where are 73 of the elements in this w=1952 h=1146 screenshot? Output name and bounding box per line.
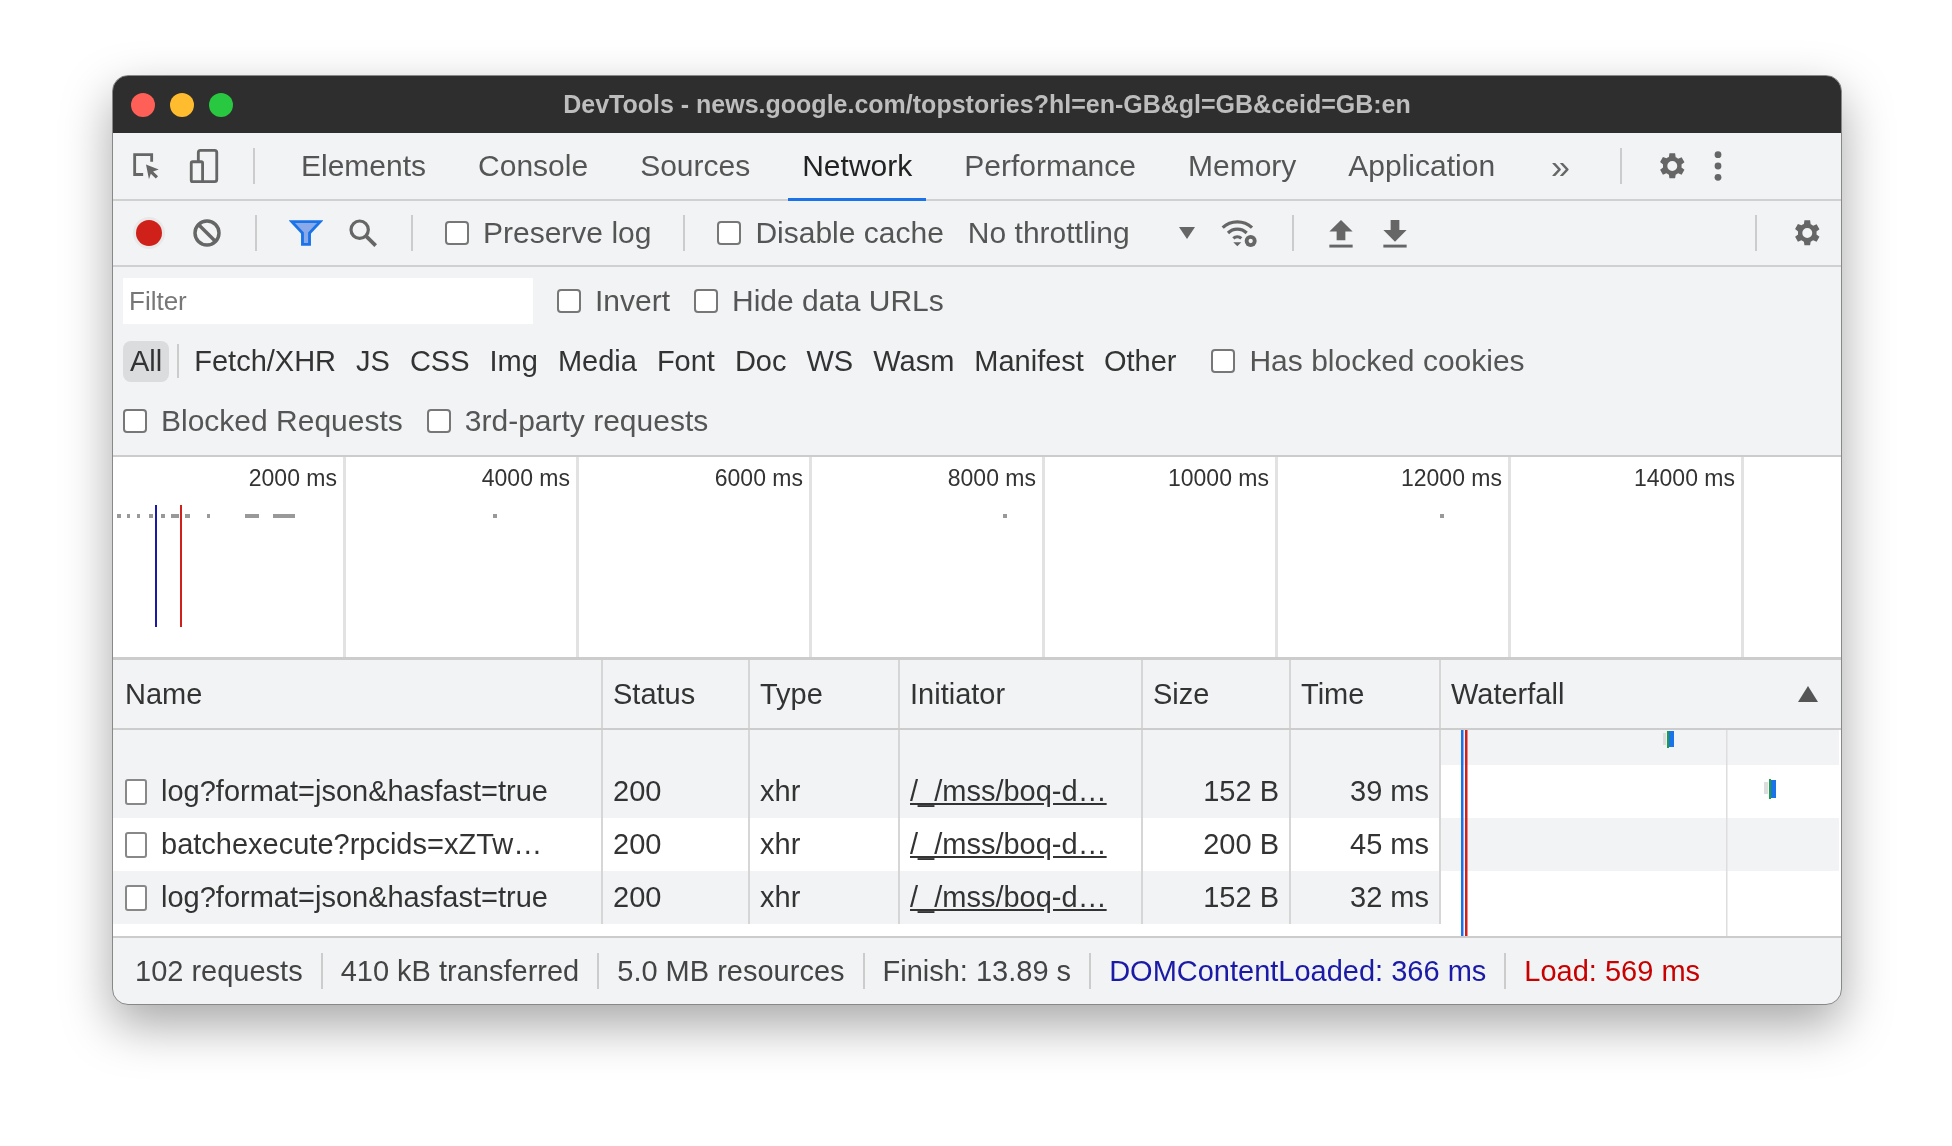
filter-field[interactable]: Filter [123,278,533,324]
panel-tab[interactable]: Performance [950,134,1150,201]
blocked-requests-checkbox[interactable]: Blocked Requests [123,404,403,438]
status-text: 5.0 MB resources [617,954,845,988]
panel-tab[interactable]: Sources [626,134,765,201]
request-name[interactable]: log?format=json&hasfast=true [161,881,548,914]
panel-tab[interactable]: Console [464,134,603,201]
type-filter-button[interactable]: Other [1096,340,1184,382]
column-header[interactable]: Name [113,660,603,728]
search-icon[interactable] [347,217,379,249]
panel-tab[interactable]: Elements [287,134,441,201]
zoom-button[interactable] [209,92,233,117]
request-name[interactable]: batchexecute?rpcids=xZTw… [161,828,543,861]
document-icon [125,778,147,805]
record-button[interactable] [131,215,167,251]
clear-icon[interactable] [191,217,223,249]
status-text: 102 requests [135,954,303,988]
document-icon [125,884,147,911]
type-cell: xhr [750,871,900,924]
initiator-link[interactable]: /_/mss/boq-d… [910,775,1107,808]
disable-cache-checkbox[interactable]: Disable cache [717,216,944,250]
panel-tab[interactable]: Application [1334,134,1510,201]
type-filter-button[interactable]: Media [550,340,644,382]
window-title: DevTools - news.google.com/topstories?hl=en-GB&gl=GB&ceid=GB:en [562,90,1412,119]
more-tabs-button[interactable]: » [1533,146,1588,186]
type-filter-button[interactable]: Wasm [866,340,962,382]
third-party-checkbox[interactable]: 3rd-party requests [426,404,709,438]
status-text: 410 kB transferred [340,954,580,988]
more-menu-icon[interactable] [1712,149,1724,183]
tick-label: 2000 ms [248,465,337,491]
type-filter-button[interactable]: All [123,340,170,382]
sort-ascending-icon[interactable] [1797,685,1819,703]
status-text: Finish: 13.89 s [882,954,1072,988]
tick-label: 12000 ms [1401,465,1502,491]
panel-tab[interactable]: Network [788,134,927,201]
type-filter-button[interactable]: Fetch/XHR [187,340,344,382]
type-filter-button[interactable]: Font [649,340,722,382]
size-cell: 152 B [1143,871,1291,924]
tick-label: 8000 ms [947,465,1036,491]
column-header[interactable]: Type [750,660,900,728]
panel-tab[interactable]: Memory [1174,134,1311,201]
column-header[interactable]: Initiator [900,660,1143,728]
device-icon[interactable] [187,147,221,185]
type-filter-button[interactable]: Manifest [967,340,1091,382]
column-header[interactable]: Size [1143,660,1291,728]
tick-label: 14000 ms [1634,465,1735,491]
status-text: Load: 569 ms [1524,954,1701,988]
initiator-link[interactable]: /_/mss/boq-d… [910,828,1107,861]
column-header[interactable]: Status [603,660,750,728]
type-filter-button[interactable]: Img [482,340,545,382]
blocked-cookies-checkbox[interactable]: Has blocked cookies [1211,344,1525,378]
type-filter-button[interactable]: JS [349,340,397,382]
hide-data-urls-checkbox[interactable]: Hide data URLs [694,284,944,318]
tick-label: 6000 ms [714,465,803,491]
invert-checkbox[interactable]: Invert [557,284,671,318]
preserve-log-checkbox[interactable]: Preserve log [445,216,652,250]
type-filter-button[interactable]: WS [799,340,861,382]
filter-icon[interactable] [289,218,323,248]
initiator-link[interactable]: /_/mss/boq-d… [910,881,1107,914]
type-filter-button[interactable]: Doc [727,340,794,382]
column-header[interactable]: Waterfall [1451,677,1565,711]
status-text: DOMContentLoaded: 366 ms [1109,954,1487,988]
document-icon [125,831,147,858]
status-cell: 200 [603,871,750,924]
caret-icon [1177,226,1196,240]
type-filter-button[interactable]: CSS [402,340,477,382]
close-button[interactable] [131,92,155,117]
wifi-gear-icon[interactable] [1219,217,1260,249]
tick-label: 10000 ms [1168,465,1269,491]
minimize-button[interactable] [170,92,194,117]
tick-label: 4000 ms [481,465,570,491]
throttling-dropdown[interactable]: No throttling [967,216,1196,250]
request-name[interactable]: log?format=json&hasfast=true [161,775,548,808]
